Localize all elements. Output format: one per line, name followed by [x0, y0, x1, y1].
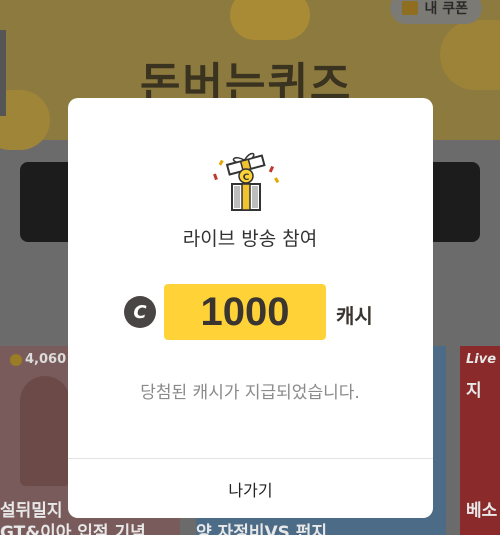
left-edge-tab: [0, 30, 6, 116]
reward-message: 당첨된 캐시가 지급되었습니다.: [140, 383, 360, 403]
reward-amount: 1000: [164, 284, 326, 340]
broadcast-card[interactable]: Live 지 베소: [460, 346, 500, 535]
coupon-icon: [402, 1, 419, 15]
viewer-count: 4,060: [10, 352, 66, 367]
coupon-label: 내 쿠폰: [424, 1, 468, 17]
gift-box-icon: C: [213, 152, 280, 211]
reward-row: C 1000 캐시: [0, 284, 500, 340]
exit-button[interactable]: 나가기: [68, 459, 433, 518]
banner-decoration: [0, 90, 50, 150]
my-coupon-button[interactable]: 내 쿠폰: [390, 0, 482, 24]
viewer-count-value: 4,060: [25, 352, 67, 367]
reward-unit: 캐시: [336, 304, 373, 328]
card-subtitle: GT&이아 입점 기념: [0, 523, 146, 535]
live-badge: Live: [466, 352, 497, 367]
card-subtitle: 양 자정비VS 펀지: [196, 523, 328, 535]
banner-decoration: [440, 20, 500, 90]
dialog-title: 라이브 방송 참여: [182, 228, 318, 250]
banner-decoration: [230, 0, 310, 40]
coin-icon: [10, 353, 22, 366]
cash-coin-icon: C: [124, 296, 156, 328]
card-subtitle: 베소: [466, 501, 498, 521]
svg-text:C: C: [243, 173, 250, 183]
